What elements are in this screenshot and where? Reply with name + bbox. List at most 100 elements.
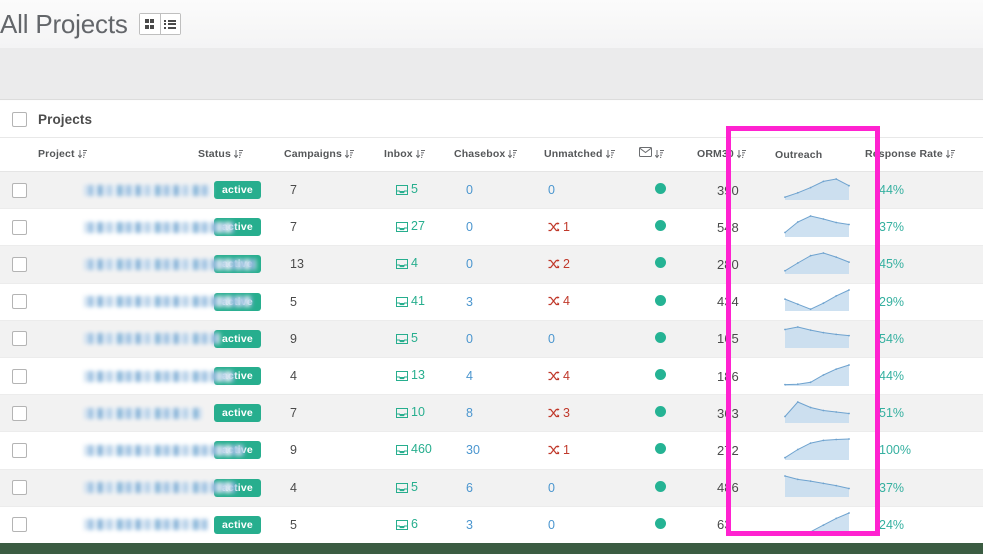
th-campaigns[interactable]: Campaigns <box>284 138 384 172</box>
row-checkbox[interactable] <box>11 182 27 198</box>
chasebox-cell[interactable]: 6 <box>454 469 544 507</box>
unmatched-cell[interactable]: 4 <box>544 357 639 396</box>
row-checkbox-cell[interactable] <box>0 320 38 358</box>
row-checkbox[interactable] <box>11 480 27 496</box>
inbox-cell[interactable]: 5 <box>384 320 454 358</box>
table-row[interactable]: active 7 27 0 1 548 37% <box>0 208 983 247</box>
row-checkbox-cell[interactable] <box>0 245 38 284</box>
inbox-cell[interactable]: 41 <box>384 283 454 321</box>
inbox-cell[interactable]: 13 <box>384 357 454 396</box>
project-name-cell[interactable] <box>38 394 202 433</box>
inbox-cell[interactable]: 4 <box>384 245 454 284</box>
chasebox-cell[interactable]: 0 <box>454 245 544 284</box>
inbox-cell[interactable]: 10 <box>384 394 454 433</box>
inbox-cell[interactable]: 6 <box>384 506 454 544</box>
sort-icon[interactable] <box>77 149 87 162</box>
project-name-cell[interactable] <box>38 320 220 358</box>
table-row[interactable]: active 5 6 3 0 63 24% <box>0 506 983 544</box>
unmatched-cell[interactable]: 0 <box>544 320 639 358</box>
sort-icon[interactable] <box>736 149 746 162</box>
row-checkbox[interactable] <box>11 368 27 384</box>
unmatched-cell[interactable]: 4 <box>544 283 639 321</box>
row-checkbox-cell[interactable] <box>0 506 38 544</box>
grid-view-button[interactable] <box>139 14 160 34</box>
row-checkbox[interactable] <box>11 219 27 235</box>
table-row[interactable]: active 9 5 0 0 165 54% <box>0 320 983 358</box>
table-row[interactable]: active 7 10 8 3 363 51% <box>0 394 983 433</box>
row-checkbox-cell[interactable] <box>0 208 38 247</box>
th-orm30[interactable]: ORM30 <box>697 138 775 172</box>
chasebox-cell[interactable]: 3 <box>454 283 544 321</box>
row-checkbox[interactable] <box>11 256 27 272</box>
unmatched-cell[interactable]: 1 <box>544 208 639 247</box>
chasebox-cell[interactable]: 4 <box>454 357 544 396</box>
sort-icon[interactable] <box>654 149 664 162</box>
outreach-sparkline <box>775 363 851 391</box>
inbox-cell[interactable]: 27 <box>384 208 454 247</box>
campaigns-cell: 5 <box>284 283 384 321</box>
row-checkbox-cell[interactable] <box>0 357 38 396</box>
inbox-cell[interactable]: 5 <box>384 171 454 210</box>
table-row[interactable]: active1340228045% <box>0 245 983 284</box>
project-name-cell[interactable] <box>38 469 236 507</box>
sort-icon[interactable] <box>233 149 243 162</box>
project-name-cell[interactable] <box>38 171 212 210</box>
unmatched-cell[interactable]: 0 <box>544 171 639 210</box>
th-inbox[interactable]: Inbox <box>384 138 454 172</box>
project-name-cell[interactable] <box>38 357 234 396</box>
project-name-cell[interactable] <box>38 245 256 284</box>
chasebox-cell[interactable]: 0 <box>454 208 544 247</box>
chasebox-value: 30 <box>466 443 480 458</box>
project-name-cell[interactable] <box>38 506 208 544</box>
sort-icon[interactable] <box>508 149 518 162</box>
th-status[interactable]: Status <box>198 138 284 172</box>
sort-icon[interactable] <box>605 149 615 162</box>
table-row[interactable]: active9460301272100% <box>0 431 983 470</box>
row-checkbox-cell[interactable] <box>0 394 38 433</box>
unmatched-cell[interactable]: 0 <box>544 469 639 507</box>
project-name-cell[interactable] <box>38 208 234 247</box>
chasebox-cell[interactable]: 0 <box>454 171 544 210</box>
sort-icon[interactable] <box>344 149 354 162</box>
chasebox-cell[interactable]: 30 <box>454 431 544 470</box>
row-checkbox-cell[interactable] <box>0 469 38 507</box>
row-checkbox[interactable] <box>11 331 27 347</box>
row-checkbox-cell[interactable] <box>0 171 38 210</box>
row-checkbox[interactable] <box>11 294 27 310</box>
response-rate-value: 45% <box>879 257 905 272</box>
inbox-cell[interactable]: 460 <box>384 431 454 470</box>
project-name-cell[interactable] <box>38 431 244 470</box>
unmatched-cell[interactable]: 1 <box>544 431 639 470</box>
select-all-cell[interactable] <box>0 111 38 127</box>
chasebox-cell[interactable]: 0 <box>454 320 544 358</box>
chasebox-cell[interactable]: 8 <box>454 394 544 433</box>
chasebox-cell[interactable]: 3 <box>454 506 544 544</box>
row-checkbox-cell[interactable] <box>0 283 38 321</box>
sort-icon[interactable] <box>415 149 425 162</box>
th-unmatched[interactable]: Unmatched <box>544 138 639 172</box>
inbox-cell[interactable]: 5 <box>384 469 454 507</box>
table-row[interactable]: active5413443429% <box>0 283 983 321</box>
row-checkbox-cell[interactable] <box>0 431 38 470</box>
view-toggle-group[interactable] <box>138 13 181 35</box>
th-project[interactable]: Project <box>38 138 198 172</box>
th-email[interactable] <box>639 138 697 172</box>
th-response-rate[interactable]: Response Rate <box>865 138 983 172</box>
table-row[interactable]: active 4 5 6 0 486 37% <box>0 469 983 507</box>
unmatched-value: 0 <box>548 480 555 495</box>
select-all-checkbox[interactable] <box>11 111 27 127</box>
table-row[interactable]: active 7 5 0 0 390 44% <box>0 171 983 210</box>
table-row[interactable]: active 4 13 4 4 186 44% <box>0 357 983 396</box>
list-view-button[interactable] <box>159 14 180 34</box>
row-checkbox[interactable] <box>11 442 27 458</box>
campaigns-value: 4 <box>290 369 297 384</box>
unmatched-cell[interactable]: 3 <box>544 394 639 433</box>
project-name-cell[interactable] <box>38 283 252 321</box>
unmatched-cell[interactable]: 2 <box>544 245 639 284</box>
inbox-value: 460 <box>411 442 432 457</box>
th-chasebox[interactable]: Chasebox <box>454 138 544 172</box>
row-checkbox[interactable] <box>11 517 27 533</box>
sort-icon[interactable] <box>945 149 955 162</box>
unmatched-cell[interactable]: 0 <box>544 506 639 544</box>
row-checkbox[interactable] <box>11 405 27 421</box>
